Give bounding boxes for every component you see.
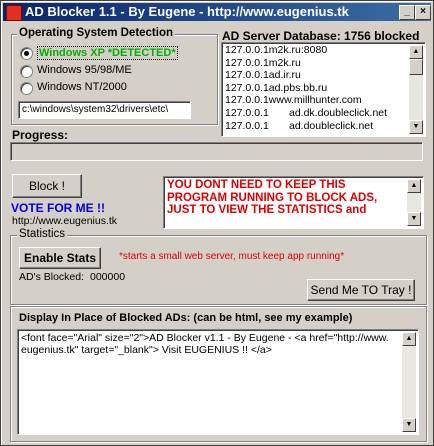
entry-ip: 127.0.0.1 [225, 81, 269, 94]
statistics-group: Statistics Enable Stats *starts a small … [10, 228, 427, 305]
send-to-tray-button[interactable]: Send Me TO Tray ! [307, 279, 415, 301]
entry-host: ad.doubleclick.net [289, 119, 374, 132]
scroll-up-icon[interactable]: ▲ [407, 179, 421, 193]
database-scrollbar[interactable]: ▲ ▼ [409, 45, 423, 134]
notice-scrollbar[interactable]: ▲ ▼ [407, 179, 421, 226]
notice-textbox[interactable]: YOU DONT NEED TO KEEP THIS PROGRAM RUNNI… [163, 176, 424, 229]
os-detection-legend: Operating System Detection [17, 27, 176, 39]
radio-icon [20, 82, 33, 95]
entry-host: m2k.ru [268, 56, 301, 69]
database-entry[interactable]: 127.0.0.1ad.pbs.bb.ru [225, 81, 328, 94]
database-title: AD Server Database: 1756 blocked [222, 29, 420, 43]
ads-blocked-label: AD's Blocked: [19, 271, 85, 283]
scroll-up-icon[interactable]: ▲ [402, 332, 416, 346]
entry-host: www.millhunter.com [268, 94, 362, 107]
hosts-path-value: c:\windows\system32\drivers\etc\ [22, 104, 169, 115]
entry-host: ad.pbs.bb.ru [268, 81, 328, 94]
entry-host: m2k.ru:8080 [268, 44, 328, 56]
database-entry[interactable]: 127.0.0.1ad.ir.ru [225, 70, 301, 81]
database-entry[interactable]: 127.0.0.1m2k.ru:8080 [225, 45, 327, 56]
radio-icon [20, 65, 33, 78]
display-group: Display In Place of Blocked ADs: (can be… [10, 306, 427, 442]
close-button[interactable]: × [415, 5, 431, 20]
progress-bar [10, 142, 423, 161]
display-scrollbar[interactable]: ▲ ▼ [402, 332, 416, 432]
app-icon [6, 5, 22, 21]
scroll-thumb[interactable] [409, 59, 423, 75]
entry-host: ad.ir.ru [268, 69, 301, 82]
entry-ip: 127.0.0.1 [225, 69, 269, 82]
progress-label: Progress: [12, 128, 69, 142]
radio-windows-nt-label: Windows NT/2000 [37, 81, 127, 93]
entry-ip: 127.0.0.1 [225, 94, 269, 107]
display-label: Display In Place of Blocked ADs: (can be… [19, 312, 353, 324]
block-button[interactable]: Block ! [12, 174, 82, 198]
ad-server-list[interactable]: 127.0.0.1m2k.ru:8080 127.0.0.1m2k.ru 127.0… [221, 42, 426, 137]
vote-url[interactable]: http://www.eugenius.tk [12, 215, 117, 227]
database-entry[interactable]: 127.0.0.1m2k.ru [225, 56, 301, 69]
vote-link[interactable]: VOTE FOR ME !! [11, 201, 105, 215]
hosts-path-input[interactable]: c:\windows\system32\drivers\etc\ [18, 101, 191, 119]
enable-stats-button[interactable]: Enable Stats [19, 247, 101, 269]
replacement-html-textarea[interactable]: <font face="Arial" size="2">AD Blocker v… [17, 329, 419, 435]
entry-ip: 127.0.0.1 [225, 44, 269, 56]
radio-windows-xp-label: Windows XP *DETECTED* [37, 46, 178, 60]
notice-text: YOU DONT NEED TO KEEP THIS PROGRAM RUNNI… [167, 179, 378, 216]
replacement-html-text: <font face="Arial" size="2">AD Blocker v… [21, 332, 389, 356]
ad-blocker-window: AD Blocker 1.1 - By Eugene - http://www.… [0, 0, 434, 446]
window-title: AD Blocker 1.1 - By Eugene - http://www.… [25, 4, 349, 19]
enable-stats-note: *starts a small web server, must keep ap… [119, 251, 345, 262]
title-bar[interactable]: AD Blocker 1.1 - By Eugene - http://www.… [3, 3, 431, 21]
statistics-legend: Statistics [17, 228, 68, 240]
scroll-up-icon[interactable]: ▲ [409, 45, 423, 59]
entry-ip: 127.0.0.1 [225, 119, 269, 132]
entry-ip: 127.0.0.1 [225, 56, 269, 69]
database-entry[interactable]: 127.0.0.1www.millhunter.com [225, 95, 362, 106]
scroll-down-icon[interactable]: ▼ [407, 212, 421, 226]
scroll-down-icon[interactable]: ▼ [409, 120, 423, 134]
entry-ip: 127.0.0.1 [225, 107, 269, 119]
entry-host: ad.dk.doubleclick.net [289, 107, 388, 119]
radio-selected-icon [20, 47, 33, 60]
database-entry[interactable]: 127.0.0.1 ad.doubleclick.net [225, 119, 374, 132]
ads-blocked-count: 000000 [90, 271, 126, 283]
scroll-down-icon[interactable]: ▼ [402, 418, 416, 432]
database-entry[interactable]: 127.0.0.1 ad.dk.doubleclick.net [225, 108, 387, 119]
os-detection-group: Operating System Detection Windows XP *D… [11, 27, 218, 125]
radio-windows-95-label: Windows 95/98/ME [37, 64, 132, 76]
minimize-button[interactable]: _ [399, 5, 415, 20]
